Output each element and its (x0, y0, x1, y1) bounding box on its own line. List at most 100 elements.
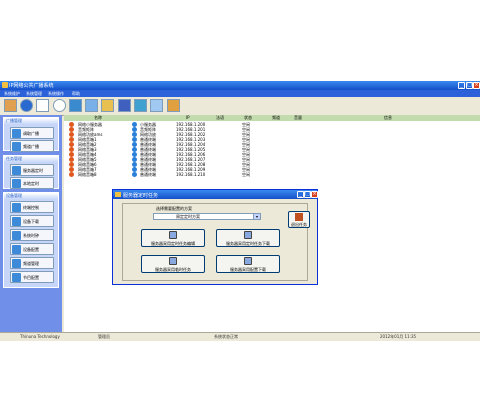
media-icon[interactable] (69, 99, 82, 112)
call-broadcast-button[interactable]: 调取广播 (10, 127, 54, 139)
settings-icon[interactable] (36, 99, 49, 112)
button-label: 服务器采用定时任务下载 (226, 241, 270, 246)
plan-select[interactable]: 周定定时方案 ▾ (153, 213, 261, 220)
button-label: 服务器采用定时任务编辑 (151, 241, 195, 246)
channel-icon (12, 259, 21, 268)
close-button[interactable]: × (473, 82, 480, 89)
dialog-title: 服务器定时任务 (123, 193, 159, 199)
record-icon[interactable] (20, 99, 33, 112)
call-icon (12, 129, 21, 138)
col-info[interactable]: 信息 (384, 115, 392, 121)
config-download-button[interactable]: 服务器采用配置下载 (216, 255, 280, 273)
clock-icon (169, 257, 177, 265)
button-label: 服务器定时 (23, 168, 43, 173)
group-devices: 设备管理 终端控制 设备下载 系统时钟 设备配置 频道管理 节目配置 (3, 192, 59, 288)
device-config-button[interactable]: 设备配置 (10, 243, 54, 255)
timer-edit-button[interactable]: 服务器采用定时任务编辑 (141, 229, 205, 247)
button-label: 服务器采用临时任务 (155, 267, 191, 272)
device-icon (69, 172, 74, 177)
download-icon (12, 217, 21, 226)
download-icon (244, 231, 252, 239)
button-label: 服务器采用配置下载 (230, 267, 266, 272)
exit-label: 退出任务 (291, 222, 307, 227)
dialog-body: 选择需要配置的方案 周定定时方案 ▾ 退出任务 服务器采用定时任务编辑 服务器采… (122, 203, 310, 281)
button-label: 终端控制 (23, 205, 39, 210)
snowflake-icon[interactable] (150, 99, 163, 112)
button-label: 频道管理 (23, 261, 39, 266)
group-title: 广播管理 (4, 118, 58, 124)
maximize-button[interactable]: □ (466, 82, 473, 89)
button-label: 节目配置 (23, 275, 39, 280)
button-label: 设备下载 (23, 219, 39, 224)
system-clock-button[interactable]: 系统时钟 (10, 229, 54, 241)
sidebar: 广播管理 调取广播 频道广播 任务管理 服务器定时 本地定时 设备管理 终端控制… (0, 115, 62, 332)
status-bar: Thinuna Technology 管理员 系统状态正常 2012年01月 1… (0, 332, 480, 341)
local-timer-button[interactable]: 本地定时 (10, 177, 54, 189)
row-type: 普通终端 (140, 172, 156, 177)
channel-icon (12, 142, 21, 151)
server-clock-icon (12, 166, 21, 175)
col-lang[interactable]: 法语 (216, 115, 224, 121)
list-header: 名称 IP 法语 状态 频道 音量 信息 (64, 115, 480, 121)
group-title: 设备管理 (4, 193, 58, 199)
col-channel[interactable]: 频道 (272, 115, 280, 121)
group-title: 任务管理 (4, 156, 58, 162)
button-label: 设备配置 (23, 247, 39, 252)
clock-icon (12, 231, 21, 240)
col-name[interactable]: 名称 (94, 115, 102, 121)
status-time: 2012年01月 11:35 (380, 334, 417, 339)
button-label: 系统时钟 (23, 233, 39, 238)
dialog-close-button[interactable]: × (311, 191, 318, 198)
server-timer-button[interactable]: 服务器定时 (10, 164, 54, 176)
exit-icon[interactable] (167, 99, 180, 112)
group-broadcast: 广播管理 调取广播 频道广播 (3, 117, 59, 152)
dialog-minimize-button[interactable]: _ (297, 191, 304, 198)
row-name: 网络音箱8 (78, 172, 97, 177)
dialog-maximize-button[interactable]: □ (304, 191, 311, 198)
program-icon (12, 273, 21, 282)
exit-task-button[interactable]: 退出任务 (288, 211, 310, 228)
clock-icon[interactable] (53, 99, 66, 112)
broadcast-icon[interactable] (134, 99, 147, 112)
window-title: IP网络公共广播系统 (9, 83, 54, 89)
type-icon (132, 172, 137, 177)
app-icon (2, 82, 8, 88)
temp-task-button[interactable]: 服务器采用临时任务 (141, 255, 205, 273)
local-clock-icon (12, 179, 21, 188)
users-icon[interactable] (4, 99, 17, 112)
button-label: 调取广播 (23, 131, 39, 136)
toolbar (0, 97, 480, 116)
timer-download-button[interactable]: 服务器采用定时任务下载 (216, 229, 280, 247)
status-user: 管理员 (98, 334, 110, 339)
button-label: 本地定时 (23, 181, 39, 186)
dialog-title-bar: 服务器定时任务 _ □ × (113, 190, 318, 199)
row-status: 空闲 (242, 172, 250, 177)
menu-bar: 系统维护 系统管理 系统操作 帮助 (0, 90, 480, 97)
dialog-icon (115, 192, 121, 197)
channel-broadcast-button[interactable]: 频道广播 (10, 140, 54, 152)
config-icon (12, 245, 21, 254)
status-company: Thinuna Technology (20, 334, 60, 339)
col-ip[interactable]: IP (186, 115, 190, 121)
network-icon[interactable] (85, 99, 98, 112)
status-state: 系统状态正常 (214, 334, 238, 339)
table-row[interactable]: 网络音箱8 普通终端 192.168.1.210 空闲 (64, 172, 480, 177)
terminal-icon (12, 203, 21, 212)
col-status[interactable]: 状态 (244, 115, 252, 121)
monitor-icon[interactable] (118, 99, 131, 112)
program-config-button[interactable]: 节目配置 (10, 271, 54, 283)
server-timer-dialog: 服务器定时任务 _ □ × 选择需要配置的方案 周定定时方案 ▾ 退出任务 服务… (112, 189, 318, 285)
folder-icon[interactable] (101, 99, 114, 112)
channel-manage-button[interactable]: 频道管理 (10, 257, 54, 269)
minimize-button[interactable]: _ (458, 82, 465, 89)
plan-label: 选择需要配置的方案 (156, 206, 192, 211)
exit-icon (295, 213, 303, 221)
title-bar: IP网络公共广播系统 _ □ × (0, 81, 480, 90)
device-download-button[interactable]: 设备下载 (10, 215, 54, 227)
plan-selected-value: 周定定时方案 (176, 214, 200, 219)
edit-icon (169, 231, 177, 239)
row-ip: 192.168.1.210 (176, 172, 206, 177)
chevron-down-icon[interactable]: ▾ (253, 214, 260, 219)
col-volume[interactable]: 音量 (294, 115, 302, 121)
terminal-control-button[interactable]: 终端控制 (10, 201, 54, 213)
